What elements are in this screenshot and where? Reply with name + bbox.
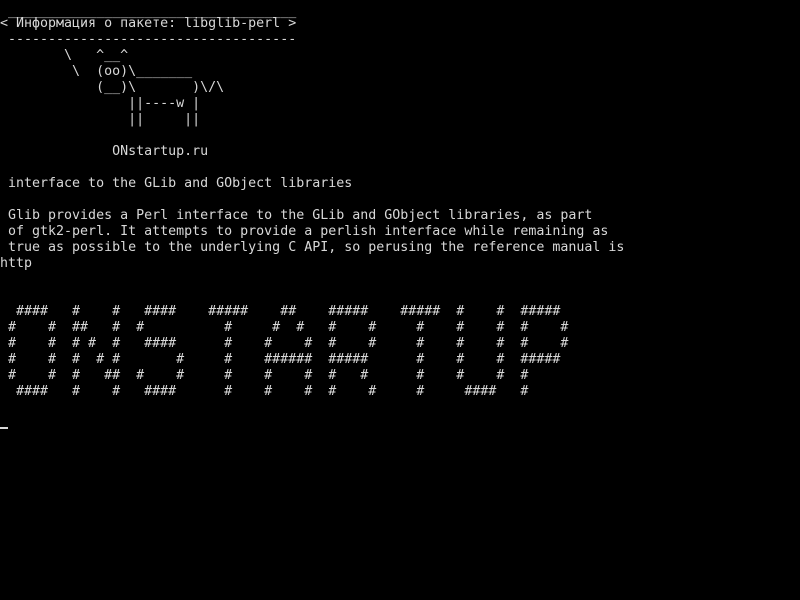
banner-art-line-1: #### # # #### ##### ## ##### ##### # # #… xyxy=(0,304,561,319)
cow-art-line-1: \ ^__^ xyxy=(0,48,129,63)
banner-art-line-3: # # # # # #### # # # # # # # # # # xyxy=(0,336,569,351)
terminal-cursor[interactable] xyxy=(0,427,8,429)
banner-art-line-2: # # ## # # # # # # # # # # # # xyxy=(0,320,569,335)
cowsay-bottom-border: ------------------------------------ xyxy=(0,32,297,47)
package-summary: interface to the GLib and GObject librar… xyxy=(0,176,353,191)
terminal-screen[interactable]: ____________________________________ < И… xyxy=(0,0,800,600)
banner-art-line-6: #### # # #### # # # # # # #### # xyxy=(0,384,529,399)
cow-art-line-5: || || xyxy=(0,112,201,127)
description-line-3: true as possible to the underlying C API… xyxy=(0,240,625,255)
cow-art-line-2: \ (oo)\_______ xyxy=(0,64,193,79)
cow-art-line-4: ||----w | xyxy=(0,96,201,111)
description-line-4: http xyxy=(0,256,33,271)
banner-art-line-4: # # # # # # # ###### ##### # # # ##### xyxy=(0,352,561,367)
cow-art-line-3: (__)\ )\/\ xyxy=(0,80,225,95)
description-line-1: Glib provides a Perl interface to the GL… xyxy=(0,208,593,223)
site-name: ONstartup.ru xyxy=(0,144,209,159)
description-line-2: of gtk2-perl. It attempts to provide a p… xyxy=(0,224,609,239)
banner-art-line-5: # # # ## # # # # # # # # # # # xyxy=(0,368,529,383)
cowsay-message: < Информация о пакете: libglib-perl > xyxy=(0,16,297,31)
